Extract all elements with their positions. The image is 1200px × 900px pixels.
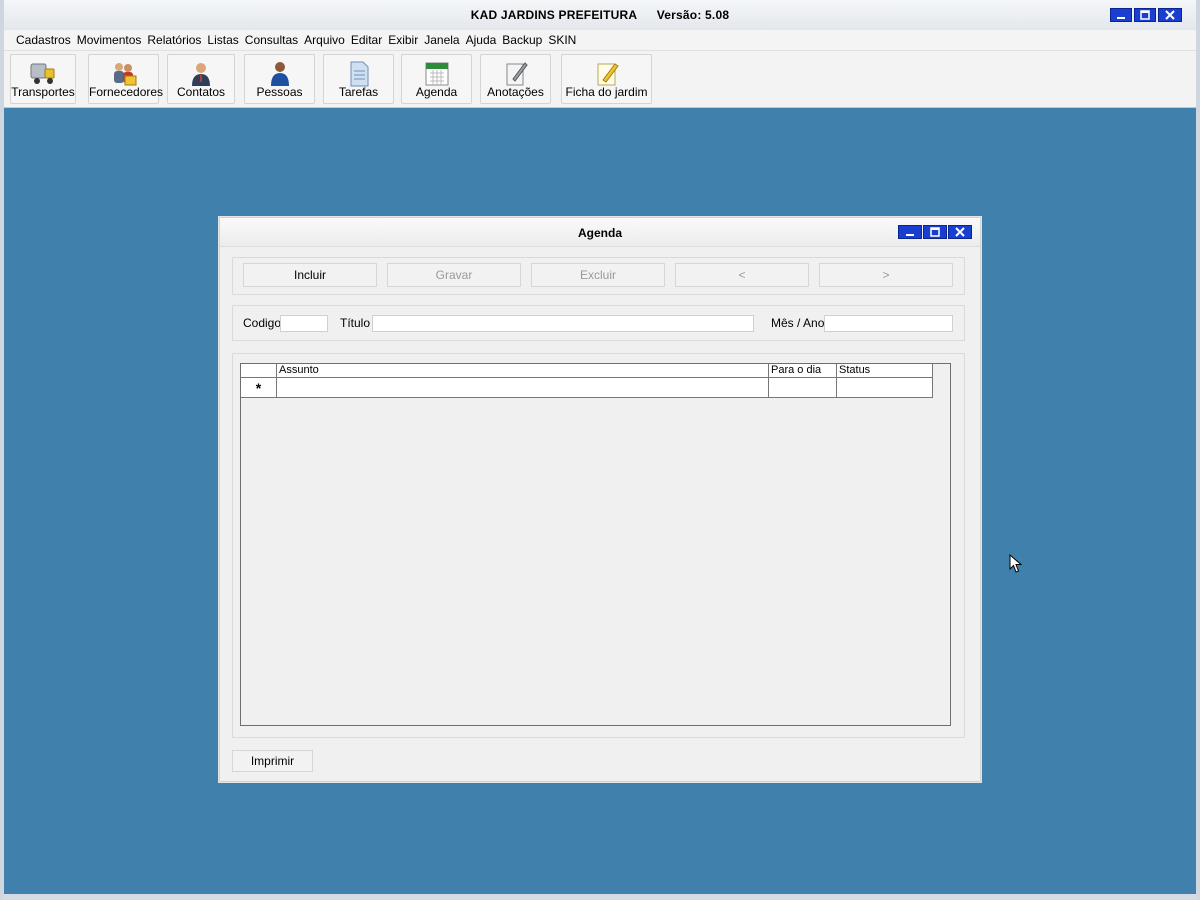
column-header-para-o-dia[interactable]: Para o dia: [769, 364, 837, 378]
toolbar-fornecedores-button[interactable]: Fornecedores: [88, 54, 164, 104]
codigo-label: Codigo: [243, 316, 282, 330]
menu-arquivo[interactable]: Arquivo: [304, 33, 345, 47]
toolbar-label: Transportes: [11, 85, 75, 99]
column-header-status[interactable]: Status: [837, 364, 933, 378]
gravar-button[interactable]: Gravar: [387, 263, 521, 287]
toolbar-pessoas-button[interactable]: Pessoas: [244, 54, 315, 104]
toolbar-label: Contatos: [176, 85, 226, 99]
cell-status[interactable]: [837, 378, 933, 398]
dialog-close-button[interactable]: [948, 225, 972, 239]
minimize-button[interactable]: [1110, 8, 1132, 22]
minimize-icon: [906, 234, 914, 236]
close-button[interactable]: [1158, 8, 1182, 22]
grid-corner-header: [241, 364, 277, 378]
maximize-icon: [1140, 10, 1150, 20]
dialog-minimize-button[interactable]: [898, 225, 922, 239]
toolbar-ficha-do-jardim-button[interactable]: Ficha do jardim: [561, 54, 652, 104]
toolbar-contatos-button[interactable]: Contatos: [167, 54, 235, 104]
titulo-input[interactable]: [372, 315, 754, 332]
dialog-title: Agenda: [577, 226, 622, 240]
toolbar-label: Anotações: [487, 85, 544, 99]
dialog-maximize-button[interactable]: [923, 225, 947, 239]
window-controls: [1110, 8, 1182, 22]
app-version: Versão: 5.08: [656, 8, 730, 22]
toolbar-anotacoes-button[interactable]: Anotações: [480, 54, 551, 104]
cell-para-o-dia[interactable]: [769, 378, 837, 398]
maximize-icon: [930, 227, 940, 237]
title-bar: KAD JARDINS PREFEITURA Versão: 5.08: [4, 0, 1196, 31]
mes-ano-label: Mês / Ano: [771, 316, 825, 330]
codigo-input[interactable]: [280, 315, 328, 332]
toolbar-tarefas-button[interactable]: Tarefas: [323, 54, 394, 104]
toolbar-label: Tarefas: [338, 85, 379, 99]
toolbar-label: Agenda: [415, 85, 458, 99]
menu-janela[interactable]: Janela: [424, 33, 459, 47]
dialog-title-bar[interactable]: Agenda: [220, 218, 980, 247]
menu-skin[interactable]: SKIN: [548, 33, 576, 47]
excluir-button[interactable]: Excluir: [531, 263, 665, 287]
close-icon: [1165, 10, 1175, 20]
close-icon: [955, 227, 965, 237]
maximize-button[interactable]: [1134, 8, 1156, 22]
toolbar: Transportes Fornecedores Contatos Pessoa…: [4, 51, 1196, 108]
column-header-assunto[interactable]: Assunto: [277, 364, 769, 378]
menu-bar: Cadastros Movimentos Relatórios Listas C…: [4, 30, 1196, 51]
menu-relatorios[interactable]: Relatórios: [147, 33, 201, 47]
dialog-window-controls: [898, 225, 972, 239]
menu-consultas[interactable]: Consultas: [245, 33, 298, 47]
menu-backup[interactable]: Backup: [502, 33, 542, 47]
row-header-new-marker[interactable]: *: [241, 378, 277, 398]
minimize-icon: [1117, 17, 1125, 19]
app-name: KAD JARDINS PREFEITURA: [470, 8, 638, 22]
incluir-button[interactable]: Incluir: [243, 263, 377, 287]
toolbar-agenda-button[interactable]: Agenda: [401, 54, 472, 104]
mouse-cursor-icon: [1009, 554, 1023, 573]
previous-record-button[interactable]: <: [675, 263, 809, 287]
menu-ajuda[interactable]: Ajuda: [466, 33, 497, 47]
mes-ano-input[interactable]: [824, 315, 953, 332]
menu-editar[interactable]: Editar: [351, 33, 382, 47]
agenda-grid[interactable]: Assunto Para o dia Status *: [240, 363, 951, 726]
toolbar-transportes-button[interactable]: Transportes: [10, 54, 76, 104]
menu-listas[interactable]: Listas: [207, 33, 238, 47]
toolbar-label: Ficha do jardim: [565, 85, 648, 99]
menu-cadastros[interactable]: Cadastros: [16, 33, 71, 47]
menu-movimentos[interactable]: Movimentos: [77, 33, 142, 47]
toolbar-label: Pessoas: [256, 85, 303, 99]
titulo-label: Título: [340, 316, 371, 330]
window-title: KAD JARDINS PREFEITURA Versão: 5.08: [4, 8, 1196, 22]
grid-header: Assunto Para o dia Status: [241, 364, 933, 378]
new-record-row[interactable]: *: [241, 378, 933, 398]
toolbar-label: Fornecedores: [89, 85, 164, 99]
next-record-button[interactable]: >: [819, 263, 953, 287]
imprimir-button[interactable]: Imprimir: [232, 750, 313, 772]
cell-assunto[interactable]: [277, 378, 769, 398]
menu-exibir[interactable]: Exibir: [388, 33, 418, 47]
